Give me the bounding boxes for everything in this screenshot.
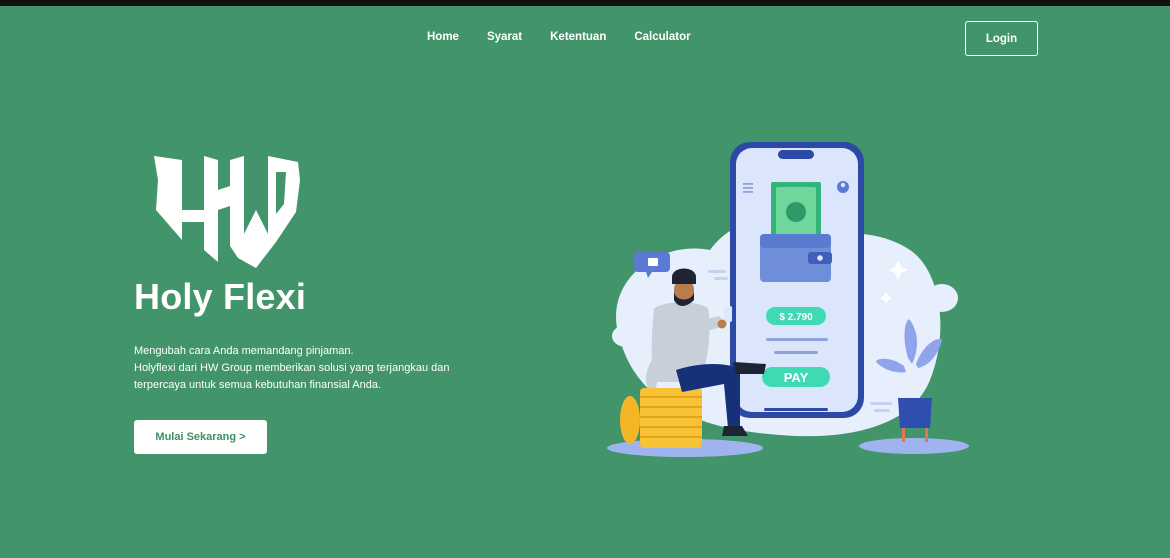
- nav-link-ketentuan[interactable]: Ketentuan: [550, 31, 606, 43]
- amount-text: $ 2.790: [779, 312, 813, 323]
- nav-links: Home Syarat Ketentuan Calculator: [427, 31, 691, 43]
- login-button[interactable]: Login: [965, 21, 1038, 56]
- payment-illustration: $ 2.790 PAY: [607, 142, 969, 457]
- top-bar: [0, 0, 1170, 6]
- blob-right: [926, 284, 958, 312]
- ground-shadow-right: [859, 438, 969, 454]
- hero-tagline: Mengubah cara Anda memandang pinjaman. H…: [134, 343, 474, 394]
- brand-name: Holy Flexi: [134, 276, 307, 317]
- phone-notch: [778, 150, 814, 159]
- blob-left: [612, 325, 640, 347]
- nav-link-syarat[interactable]: Syarat: [487, 31, 522, 43]
- hw-logo: [154, 156, 300, 268]
- tagline-line-2: Holyflexi dari HW Group memberikan solus…: [134, 362, 450, 391]
- menu-icon: [743, 183, 753, 193]
- start-now-button[interactable]: Mulai Sekarang >: [134, 420, 267, 454]
- nav-link-home[interactable]: Home: [427, 31, 459, 43]
- tagline-line-1: Mengubah cara Anda memandang pinjaman.: [134, 345, 354, 357]
- pay-text: PAY: [784, 370, 809, 385]
- coin-stack: [620, 388, 702, 448]
- nav-link-calculator[interactable]: Calculator: [634, 31, 690, 43]
